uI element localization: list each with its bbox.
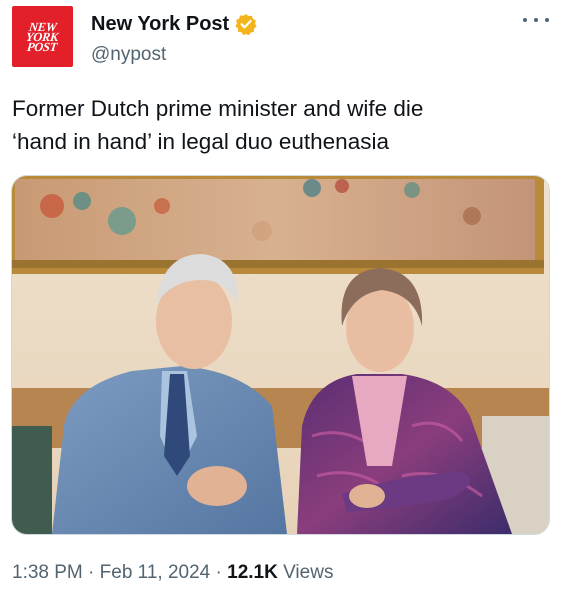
tweet-text: Former Dutch prime minister and wife die… — [12, 92, 547, 158]
post-date[interactable]: Feb 11, 2024 — [100, 562, 211, 583]
separator-2: · — [210, 562, 228, 583]
tweet-metadata: 1:38 PM · Feb 11, 2024 · 12.1K Views — [12, 562, 333, 584]
account-handle[interactable]: @nypost — [91, 44, 166, 66]
separator: · — [82, 562, 100, 583]
logo-line-3: POST — [26, 39, 59, 54]
tweet-header: NEW YORK POST New York Post @nypost — [12, 6, 553, 68]
views-count[interactable]: 12.1K — [227, 562, 278, 583]
display-name-row: New York Post — [91, 12, 257, 36]
more-options-icon[interactable] — [523, 10, 549, 30]
display-name[interactable]: New York Post — [91, 13, 229, 36]
post-time[interactable]: 1:38 PM — [12, 562, 83, 583]
tweet-text-line-2: ‘hand in hand’ in legal duo euthenasia — [12, 129, 389, 154]
views-label: Views — [277, 562, 334, 583]
photo-illustration — [12, 176, 549, 534]
avatar[interactable]: NEW YORK POST — [12, 6, 73, 67]
tweet-photo[interactable] — [11, 175, 550, 535]
tweet-text-line-1: Former Dutch prime minister and wife die — [12, 96, 424, 121]
verified-badge-icon[interactable] — [235, 13, 257, 35]
